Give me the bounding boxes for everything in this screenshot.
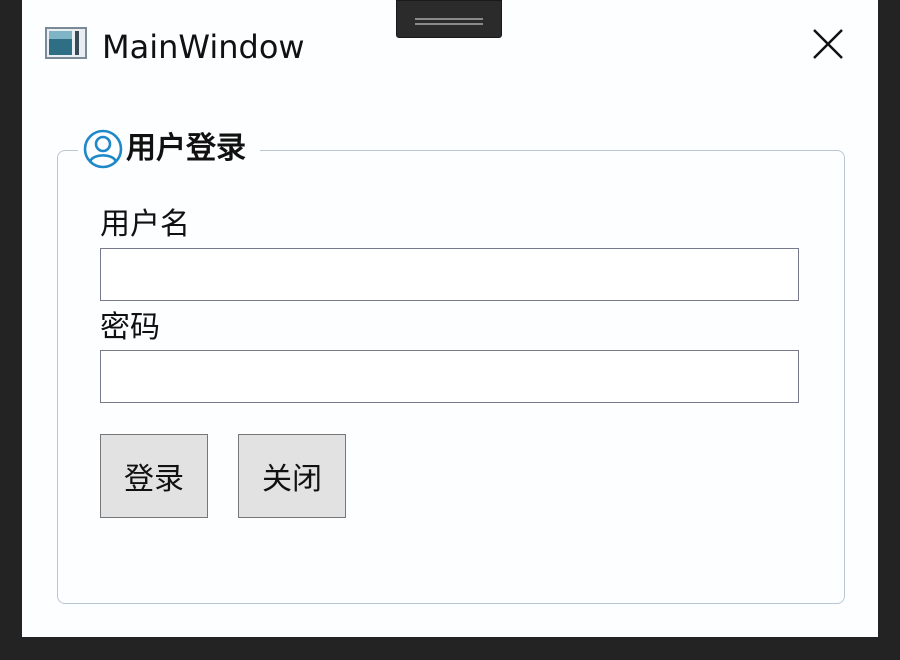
close-button[interactable]: 关闭 — [238, 434, 346, 518]
drag-handle[interactable] — [396, 0, 502, 38]
window-app-icon — [45, 27, 87, 59]
window-title: MainWindow — [102, 28, 305, 66]
password-input[interactable] — [100, 350, 799, 403]
user-circle-icon — [83, 129, 123, 169]
close-icon — [813, 29, 843, 59]
drag-handle-bar — [415, 18, 483, 20]
login-group-title: 用户登录 — [126, 131, 246, 166]
login-button[interactable]: 登录 — [100, 434, 208, 518]
password-label: 密码 — [100, 310, 160, 345]
window-close-button[interactable] — [808, 24, 848, 64]
login-group-header: 用户登录 — [78, 126, 260, 172]
username-label: 用户名 — [100, 207, 190, 242]
main-window: MainWindow 用户登录 用户名 密码 登录 关闭 — [22, 0, 878, 637]
username-input[interactable] — [100, 248, 799, 301]
drag-handle-bar — [415, 23, 483, 25]
